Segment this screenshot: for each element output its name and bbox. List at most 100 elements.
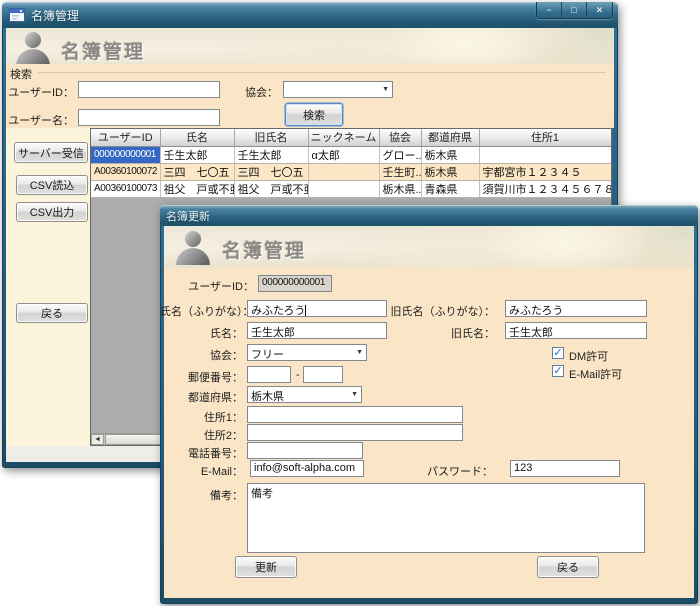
password-input[interactable]: 123 (510, 460, 620, 477)
cell[interactable]: 三四 七〇五 (234, 163, 308, 180)
col-name[interactable]: 氏名 (160, 129, 234, 146)
cell[interactable]: 須賀川市１２３４５６７８ (479, 180, 611, 197)
name-input[interactable]: 壬生太郎 (247, 322, 387, 339)
check-icon: ✓ (553, 348, 562, 358)
window-controls: − □ ✕ (536, 2, 613, 19)
maximize-button[interactable]: □ (562, 2, 587, 18)
cell-user-id[interactable]: A00360100072 (91, 163, 160, 180)
pref-select[interactable]: 栃木県 ▼ (247, 386, 362, 403)
cell-user-id[interactable]: A00360100073 (91, 180, 160, 197)
memo-textarea[interactable]: 備考 (247, 483, 645, 553)
update-button[interactable]: 更新 (235, 556, 297, 578)
search-assoc-label: 協会： (230, 84, 278, 100)
zip1-input[interactable] (247, 366, 291, 383)
text-caret (305, 305, 306, 316)
addr2-input[interactable] (247, 424, 463, 441)
table-row[interactable]: A00360100073 祖父 戸或不亜 祖父 戸或不亜 栃木県... 青森県 … (91, 180, 611, 197)
app-form-icon (9, 8, 25, 22)
pref-label: 都道府県： (160, 389, 243, 405)
search-assoc-select[interactable]: ▼ (283, 81, 393, 98)
kana-value: みふたろう (251, 305, 305, 317)
dm-permit-checkbox[interactable]: ✓ (552, 347, 564, 359)
col-pref[interactable]: 都道府県 (421, 129, 479, 146)
tel-input[interactable] (247, 442, 363, 459)
cell-user-id-selected[interactable]: 000000000001 (91, 146, 160, 163)
old-kana-label: 旧氏名（ふりがな）： (375, 303, 495, 319)
update-page-title: 名簿管理 (222, 236, 306, 263)
cell[interactable]: α太郎 (308, 146, 379, 163)
assoc-select[interactable]: フリー ▼ (247, 344, 367, 361)
server-receive-button[interactable]: サーバー受信 (14, 142, 88, 163)
addr1-label: 住所1： (160, 409, 243, 425)
old-name-input[interactable]: 壬生太郎 (505, 322, 647, 339)
dm-permit-label: DM許可 (569, 348, 608, 364)
back-button-update[interactable]: 戻る (537, 556, 599, 578)
table-row[interactable]: 000000000001 壬生太郎 壬生太郎 α太郎 グロー... 栃木県 (91, 146, 611, 163)
person-icon (16, 32, 50, 66)
cell[interactable]: 壬生太郎 (234, 146, 308, 163)
cell[interactable] (308, 180, 379, 197)
email-input[interactable]: info@soft-alpha.com (250, 460, 364, 477)
main-titlebar[interactable]: 名簿管理 − □ ✕ (2, 2, 618, 28)
main-banner: 名簿管理 (6, 28, 614, 68)
col-old-name[interactable]: 旧氏名 (234, 129, 308, 146)
scroll-left-button[interactable]: ◄ (91, 434, 104, 445)
desktop: 名簿管理 − □ ✕ 名簿管理 検索 ユーザーID： 協会： ▼ ユーザー名： (0, 0, 700, 606)
cell[interactable]: 壬生町... (379, 163, 421, 180)
email-permit-label: E-Mail許可 (569, 366, 622, 382)
password-label: パスワード： (393, 463, 493, 479)
email-permit-checkbox[interactable]: ✓ (552, 365, 564, 377)
cell[interactable]: 祖父 戸或不亜 (160, 180, 234, 197)
roster-table: ユーザーID 氏名 旧氏名 ニックネーム 協会 都道府県 住所1 0000000… (91, 129, 612, 198)
zip2-input[interactable] (303, 366, 343, 383)
close-button[interactable]: ✕ (587, 2, 612, 18)
email-label: E-Mail： (160, 463, 243, 479)
tel-label: 電話番号： (160, 445, 243, 461)
main-page-title: 名簿管理 (61, 37, 145, 64)
person-icon (176, 231, 210, 265)
chevron-down-icon: ▼ (351, 391, 358, 398)
update-user-id-label: ユーザーID： (180, 278, 254, 294)
cell[interactable] (308, 163, 379, 180)
update-banner: 名簿管理 (164, 226, 694, 268)
cell[interactable]: 栃木県... (379, 180, 421, 197)
addr1-input[interactable] (247, 406, 463, 423)
cell[interactable] (479, 146, 611, 163)
chevron-down-icon: ▼ (356, 349, 363, 356)
search-user-name-label: ユーザー名： (8, 112, 74, 128)
cell[interactable]: 三四 七〇五 (160, 163, 234, 180)
memo-label: 備考： (160, 487, 243, 503)
name-label: 氏名： (160, 325, 243, 341)
search-user-id-label: ユーザーID： (8, 84, 74, 100)
cell[interactable]: 栃木県 (421, 146, 479, 163)
col-user-id[interactable]: ユーザーID (91, 129, 160, 146)
cell[interactable]: 青森県 (421, 180, 479, 197)
zip-label: 郵便番号： (160, 369, 243, 385)
check-icon: ✓ (553, 366, 562, 376)
update-window: 名簿更新 名簿管理 ユーザーID： 000000000001 氏名（ふりがな）：… (160, 205, 698, 604)
csv-output-button[interactable]: CSV出力 (16, 202, 88, 222)
old-kana-input[interactable]: みふたろう (505, 300, 647, 317)
table-row[interactable]: A00360100072 三四 七〇五 三四 七〇五 壬生町... 栃木県 宇都… (91, 163, 611, 180)
cell[interactable]: 祖父 戸或不亜 (234, 180, 308, 197)
assoc-value: フリー (251, 349, 284, 361)
csv-load-button[interactable]: CSV読込 (16, 175, 88, 195)
pref-value: 栃木県 (251, 391, 284, 403)
cell[interactable]: グロー... (379, 146, 421, 163)
minimize-button[interactable]: − (537, 2, 562, 18)
zip-separator: - (296, 369, 300, 381)
col-nickname[interactable]: ニックネーム (308, 129, 379, 146)
update-titlebar[interactable]: 名簿更新 (160, 205, 698, 226)
chevron-down-icon: ▼ (382, 86, 389, 93)
search-button[interactable]: 検索 (285, 103, 343, 126)
col-addr1[interactable]: 住所1 (479, 129, 611, 146)
back-button-main[interactable]: 戻る (16, 303, 88, 323)
cell[interactable]: 栃木県 (421, 163, 479, 180)
cell[interactable]: 宇都宮市１２３４５ (479, 163, 611, 180)
col-assoc[interactable]: 協会 (379, 129, 421, 146)
search-user-name-input[interactable] (78, 109, 220, 126)
cell[interactable]: 壬生太郎 (160, 146, 234, 163)
search-user-id-input[interactable] (78, 81, 220, 98)
kana-input[interactable]: みふたろう (247, 300, 387, 317)
addr2-label: 住所2： (160, 427, 243, 443)
